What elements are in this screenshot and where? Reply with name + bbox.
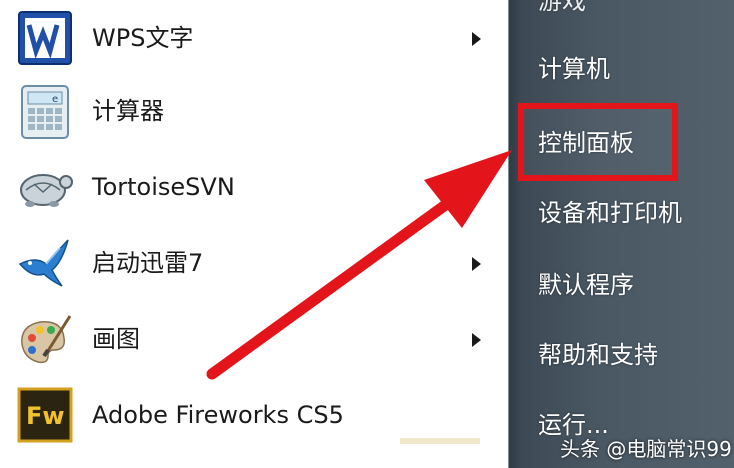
annotation-arrow-icon [206,150,512,380]
watermark: 头条 @电脑常识99 [560,437,732,461]
